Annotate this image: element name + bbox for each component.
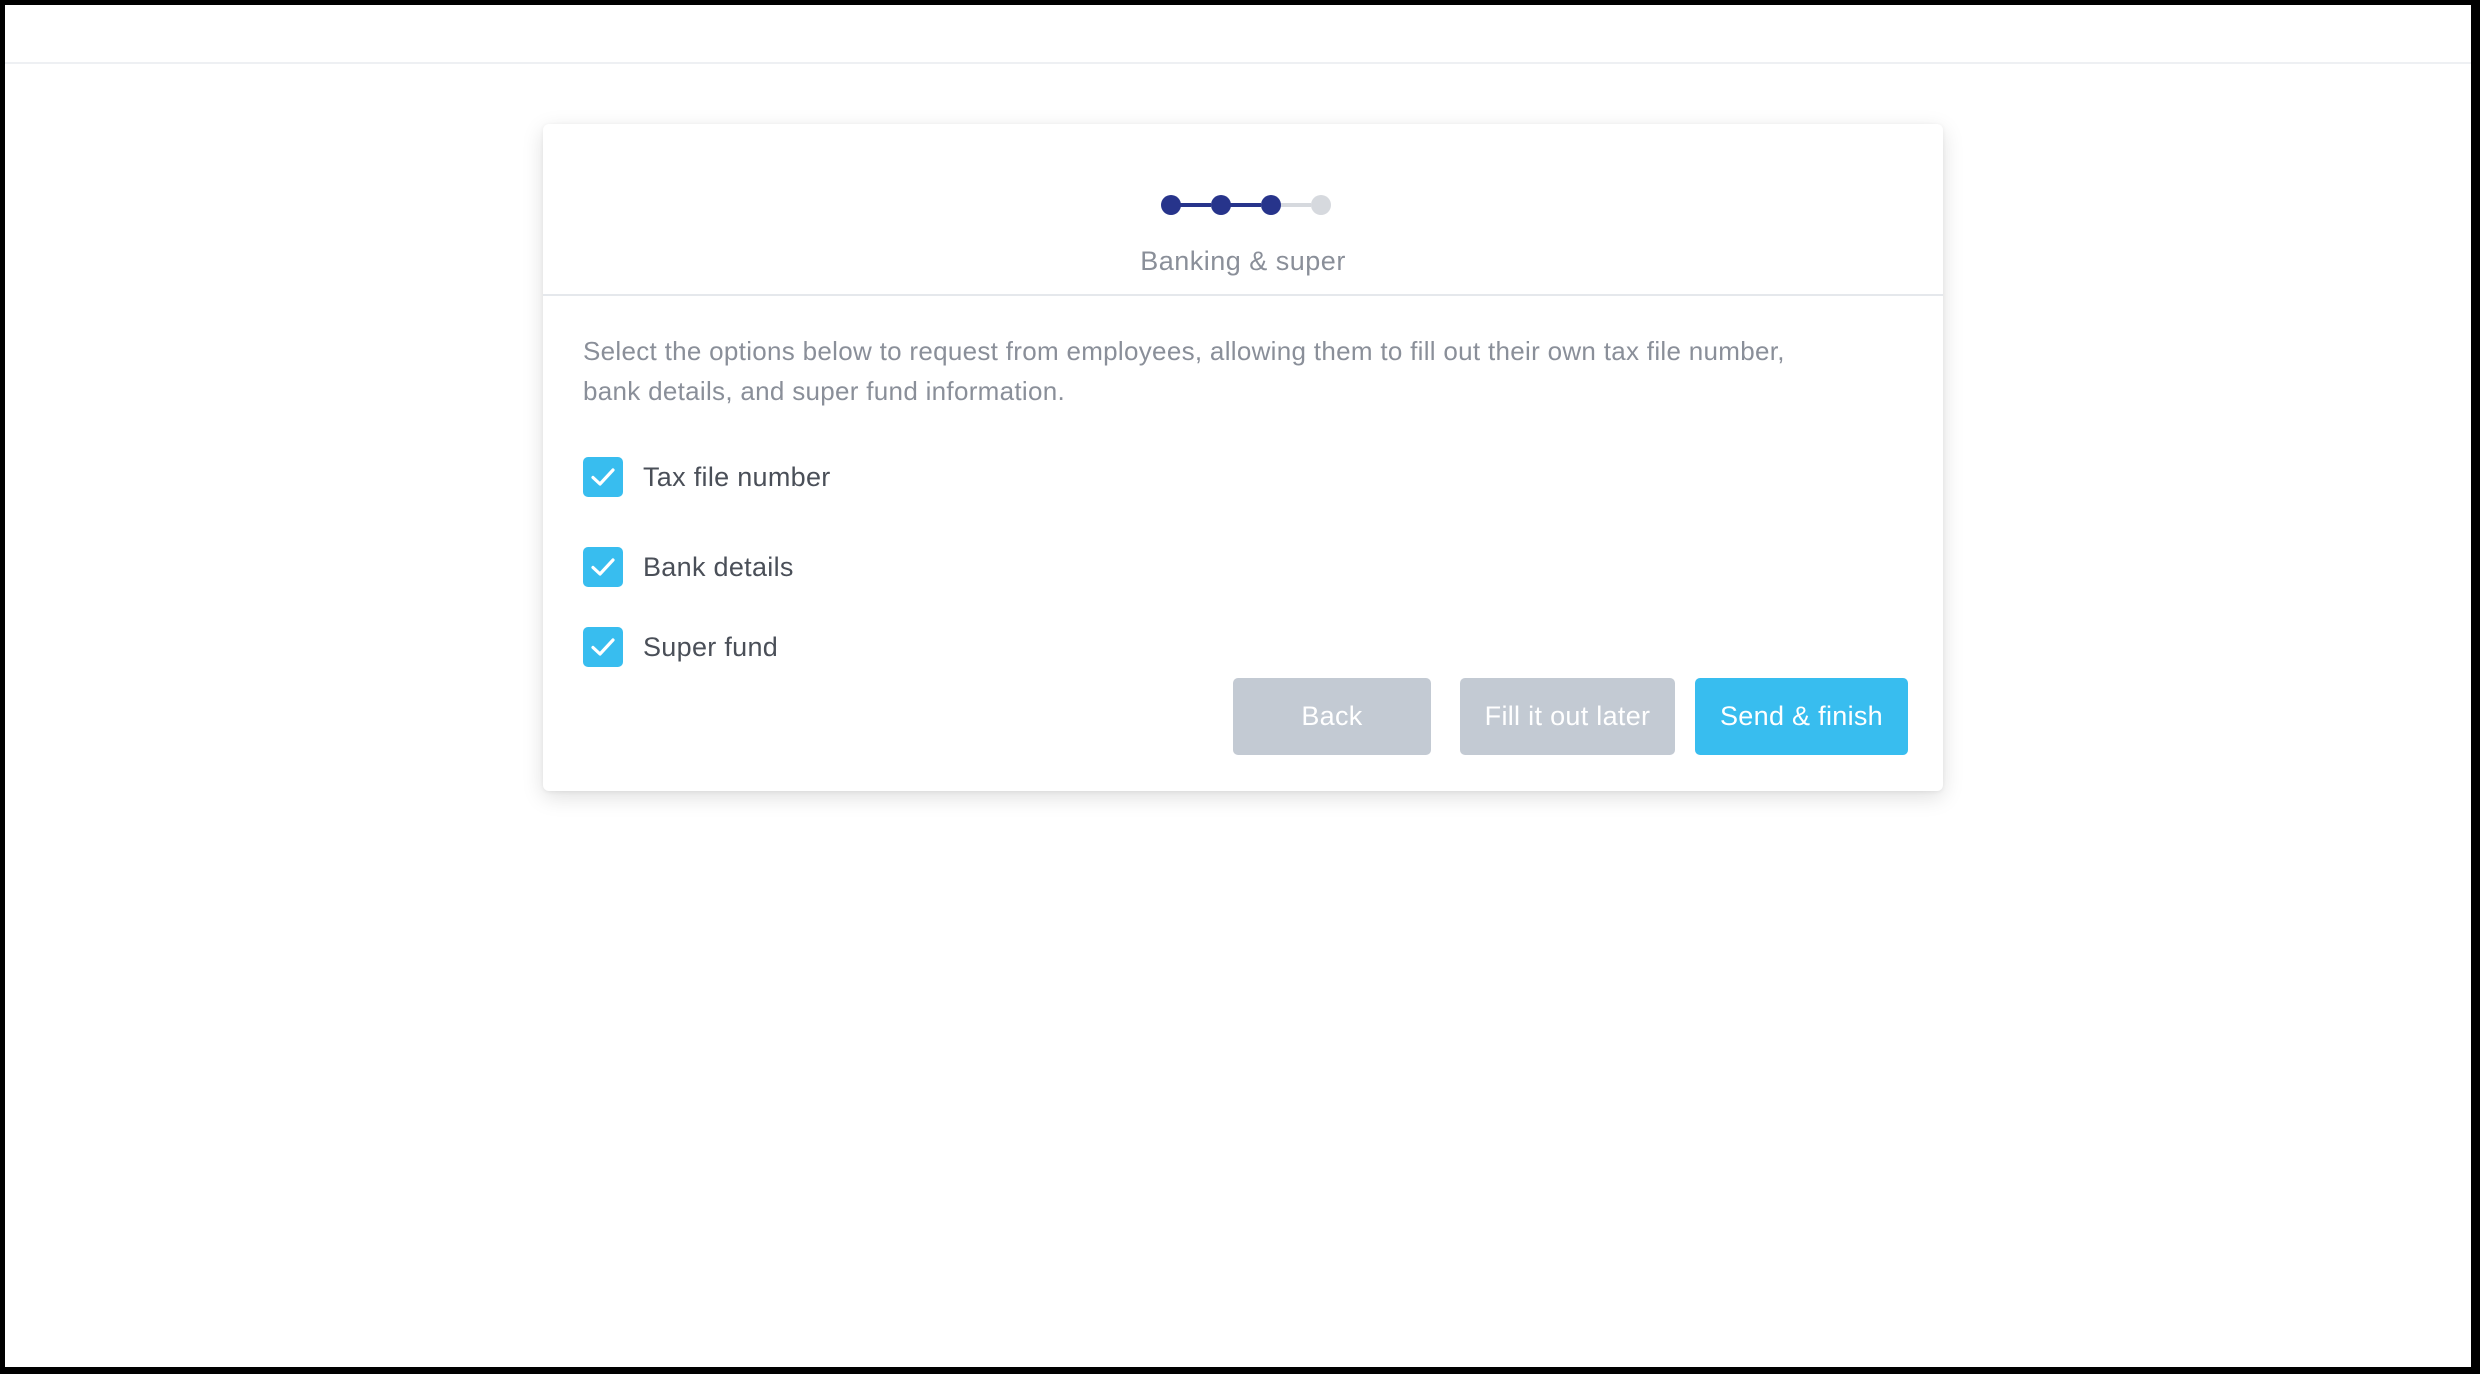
check-icon	[591, 638, 615, 656]
back-button[interactable]: Back	[1233, 678, 1431, 755]
tax-file-number-checkbox[interactable]	[583, 457, 623, 497]
intro-text-line-1: Select the options below to request from…	[583, 336, 1785, 366]
option-bank-details[interactable]: Bank details	[583, 546, 794, 588]
bank-details-label: Bank details	[643, 551, 794, 582]
super-fund-checkbox[interactable]	[583, 627, 623, 667]
top-bar	[5, 5, 2471, 64]
wizard-header: Banking & super	[543, 124, 1943, 296]
step-dot-3	[1261, 195, 1281, 215]
option-super-fund[interactable]: Super fund	[583, 626, 778, 668]
intro-text: Select the options below to request from…	[583, 331, 1903, 411]
check-icon	[591, 558, 615, 576]
step-dot-2	[1211, 195, 1231, 215]
send-and-finish-button[interactable]: Send & finish	[1695, 678, 1908, 755]
super-fund-label: Super fund	[643, 631, 779, 662]
bank-details-checkbox[interactable]	[583, 547, 623, 587]
option-tax-file-number[interactable]: Tax file number	[583, 456, 831, 498]
fill-out-later-button[interactable]: Fill it out later	[1460, 678, 1675, 755]
tax-file-number-label: Tax file number	[643, 461, 831, 492]
setup-wizard-card: Banking & super Select the options below…	[543, 124, 1943, 791]
check-icon	[591, 468, 615, 486]
progress-stepper	[543, 124, 1943, 224]
step-dot-4	[1311, 195, 1331, 215]
app-viewport: Banking & super Select the options below…	[5, 5, 2471, 1367]
step-dot-1	[1161, 195, 1181, 215]
step-title: Banking & super	[1140, 246, 1346, 276]
intro-text-line-2: bank details, and super fund information…	[583, 376, 1066, 406]
